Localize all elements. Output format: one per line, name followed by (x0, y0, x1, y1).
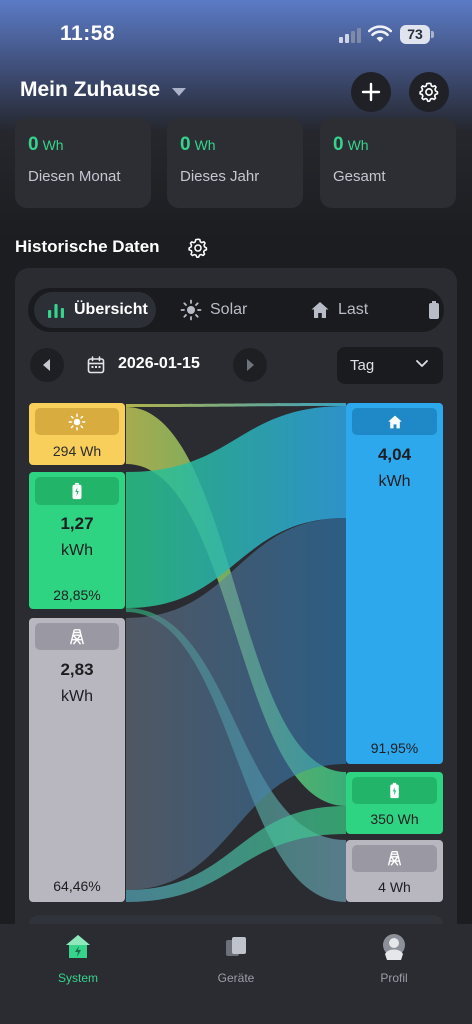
target-battery-node[interactable]: 350 Wh (346, 772, 443, 834)
stat-card-month: 0 Wh Diesen Monat (15, 118, 151, 208)
prev-day-button[interactable] (30, 348, 64, 382)
nav-label: Profil (380, 971, 408, 985)
target-battery-value: 350 Wh (370, 811, 419, 827)
source-battery-unit: kWh (61, 542, 93, 559)
stat-unit: Wh (347, 137, 369, 153)
target-home-percent: 91,95% (370, 740, 419, 756)
profile-icon (383, 934, 405, 960)
power-pylon-icon (387, 851, 402, 866)
period-value: Tag (350, 357, 375, 374)
gear-icon (419, 82, 439, 103)
battery-icon: 73 (400, 25, 434, 44)
source-solar-value: 294 Wh (52, 443, 102, 459)
stat-card-year: 0 Wh Dieses Jahr (167, 118, 303, 208)
next-day-button[interactable] (233, 348, 267, 382)
source-grid-percent: 64,46% (53, 878, 101, 894)
history-title: Historische Daten (15, 237, 160, 256)
bar-chart-icon (48, 304, 64, 318)
source-battery-value: 1,27 (60, 514, 94, 533)
source-battery-percent: 28,85% (53, 587, 101, 603)
chevron-down-icon[interactable] (172, 88, 186, 96)
power-pylon-icon (70, 628, 84, 645)
chevron-down-icon (416, 360, 428, 367)
tab-battery-partial[interactable] (428, 292, 444, 328)
battery-icon (72, 482, 82, 500)
settings-button[interactable] (409, 72, 449, 112)
add-button[interactable] (351, 72, 391, 112)
battery-level: 73 (400, 25, 430, 44)
stat-value: 0 (28, 134, 39, 155)
calendar-icon[interactable] (87, 356, 105, 374)
history-tabs: Übersicht Solar Last (28, 288, 444, 332)
tab-overview[interactable]: Übersicht (34, 292, 156, 328)
nav-devices[interactable]: Geräte (186, 932, 286, 985)
tab-solar[interactable]: Solar (180, 292, 247, 328)
cellular-signal-icon (339, 27, 363, 43)
home-icon (387, 415, 402, 428)
stat-label: Diesen Monat (28, 168, 121, 185)
selected-date[interactable]: 2026-01-15 (118, 355, 200, 373)
nav-profile[interactable]: Profil (344, 932, 444, 985)
tab-label: Übersicht (74, 301, 148, 318)
status-bar: 11:58 73 (0, 0, 472, 60)
battery-icon (390, 782, 399, 799)
nav-system[interactable]: System (28, 932, 128, 985)
sun-icon (68, 412, 86, 431)
system-home-icon (66, 935, 90, 958)
battery-icon (429, 301, 439, 319)
stat-value: 0 (333, 134, 344, 155)
source-grid-node[interactable]: 2,83 kWh 64,46% (29, 618, 125, 902)
target-home-value: 4,04 (377, 445, 412, 464)
period-select[interactable]: Tag (337, 347, 443, 384)
target-home-unit: kWh (378, 473, 411, 490)
arrow-left-icon (43, 359, 50, 371)
stat-card-total: 0 Wh Gesamt (320, 118, 456, 208)
source-battery-node[interactable]: 1,27 kWh 28,85% (29, 472, 125, 609)
status-time: 11:58 (60, 22, 116, 45)
arrow-right-icon (247, 359, 254, 371)
tab-label: Solar (210, 301, 248, 318)
tab-load[interactable]: Last (310, 292, 368, 328)
home-title[interactable]: Mein Zuhause (20, 78, 160, 102)
source-solar-node[interactable]: 294 Wh (29, 403, 125, 465)
target-grid-node[interactable]: 4 Wh (346, 840, 443, 902)
wifi-icon (368, 25, 392, 42)
home-icon (311, 302, 329, 318)
stat-value: 0 (180, 134, 191, 155)
devices-icon (226, 937, 246, 956)
stat-label: Gesamt (333, 168, 386, 185)
plus-icon (361, 82, 381, 102)
history-settings-icon[interactable] (187, 237, 209, 259)
nav-label: Geräte (217, 971, 255, 985)
stat-unit: Wh (42, 137, 64, 153)
source-grid-value: 2,83 (60, 660, 94, 679)
nav-label: System (57, 971, 98, 985)
sun-icon (180, 299, 202, 321)
target-home-node[interactable]: 4,04 kWh 91,95% (346, 403, 443, 764)
stat-unit: Wh (194, 137, 216, 153)
target-grid-value: 4 Wh (378, 879, 411, 895)
tab-label: Last (338, 301, 369, 318)
source-grid-unit: kWh (61, 688, 93, 705)
stat-label: Dieses Jahr (180, 168, 260, 185)
